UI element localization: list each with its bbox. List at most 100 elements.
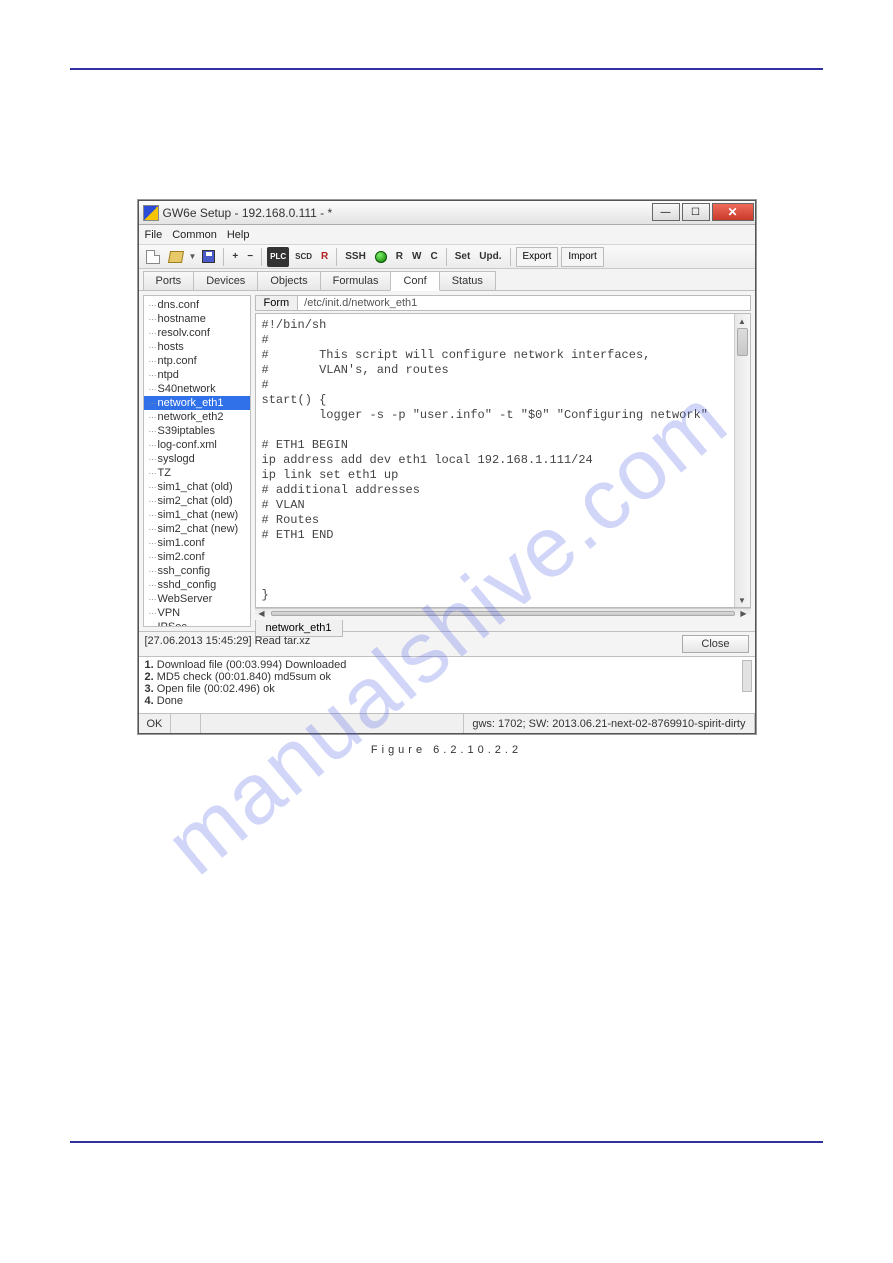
tree-item-ntp-conf[interactable]: ntp.conf xyxy=(144,354,250,368)
content-area: dns.confhostnameresolv.confhostsntp.conf… xyxy=(139,291,755,631)
tree-item-sim2-chat-new-[interactable]: sim2_chat (new) xyxy=(144,522,250,536)
tree-item-hostname[interactable]: hostname xyxy=(144,312,250,326)
tree-item-s39iptables[interactable]: S39iptables xyxy=(144,424,250,438)
statusbar-version: gws: 1702; SW: 2013.06.21-next-02-876991… xyxy=(464,714,754,733)
window-title: GW6e Setup - 192.168.0.111 - * xyxy=(163,206,651,220)
app-icon xyxy=(143,205,159,221)
maximize-button[interactable]: ☐ xyxy=(682,203,710,221)
tree-item-dns-conf[interactable]: dns.conf xyxy=(144,298,250,312)
status-text: [27.06.2013 15:45:29] Read tar.xz xyxy=(145,635,311,653)
menu-file[interactable]: File xyxy=(145,229,163,241)
statusbar-spacer xyxy=(201,714,464,733)
app-window: GW6e Setup - 192.168.0.111 - * — ☐ ✕ Fil… xyxy=(138,200,756,734)
statusbar-cell xyxy=(171,714,201,733)
add-button[interactable]: + xyxy=(229,247,241,267)
new-button[interactable] xyxy=(143,247,163,267)
c-button[interactable]: C xyxy=(427,247,440,267)
tree-item-resolv-conf[interactable]: resolv.conf xyxy=(144,326,250,340)
new-icon xyxy=(146,250,160,264)
tree-item-sim2-chat-old-[interactable]: sim2_chat (old) xyxy=(144,494,250,508)
editor-pane: Form /etc/init.d/network_eth1 #!/bin/sh … xyxy=(255,295,751,627)
r-button-1[interactable]: R xyxy=(318,247,331,267)
vertical-scrollbar[interactable]: ▲ ▼ xyxy=(734,314,750,607)
tab-devices[interactable]: Devices xyxy=(193,271,258,290)
file-path: /etc/init.d/network_eth1 xyxy=(298,295,750,311)
scroll-up-icon[interactable]: ▲ xyxy=(735,314,750,328)
scroll-right-icon[interactable]: ▶ xyxy=(737,609,751,618)
hscroll-thumb[interactable] xyxy=(271,611,735,616)
minimize-button[interactable]: — xyxy=(652,203,680,221)
scroll-left-icon[interactable]: ◀ xyxy=(255,609,269,618)
ssh-status-button[interactable] xyxy=(372,247,390,267)
main-tabbar: Ports Devices Objects Formulas Conf Stat… xyxy=(139,269,755,291)
toolbar-separator xyxy=(223,248,224,266)
tree-item-webserver[interactable]: WebServer xyxy=(144,592,250,606)
close-window-button[interactable]: ✕ xyxy=(712,203,754,221)
form-tab[interactable]: Form xyxy=(255,295,299,311)
tree-item-tz[interactable]: TZ xyxy=(144,466,250,480)
ssh-label: SSH xyxy=(342,247,369,267)
tree-item-sim1-chat-new-[interactable]: sim1_chat (new) xyxy=(144,508,250,522)
tree-item-ipsec[interactable]: IPSec xyxy=(144,620,250,627)
log-line: 4. Done xyxy=(145,695,735,707)
log-scrollbar[interactable] xyxy=(742,660,752,692)
set-button[interactable]: Set xyxy=(452,247,474,267)
editor-container: #!/bin/sh # # This script will configure… xyxy=(255,313,751,608)
tree-item-log-conf-xml[interactable]: log-conf.xml xyxy=(144,438,250,452)
tab-ports[interactable]: Ports xyxy=(143,271,195,290)
tree-item-sshd-config[interactable]: sshd_config xyxy=(144,578,250,592)
toolbar-separator xyxy=(510,248,511,266)
config-tree[interactable]: dns.confhostnameresolv.confhostsntp.conf… xyxy=(143,295,251,627)
statusbar-ok: OK xyxy=(139,714,172,733)
scd-button[interactable]: SCD xyxy=(292,247,315,267)
tree-item-ntpd[interactable]: ntpd xyxy=(144,368,250,382)
export-button[interactable]: Export xyxy=(516,247,559,267)
toolbar: ▼ + − PLC SCD R SSH R W C Set Upd. Expor… xyxy=(139,245,755,269)
log-line: 1. Download file (00:03.994) Downloaded xyxy=(145,659,735,671)
save-icon xyxy=(202,250,215,263)
vscroll-thumb[interactable] xyxy=(737,328,748,356)
tree-item-sim1-chat-old-[interactable]: sim1_chat (old) xyxy=(144,480,250,494)
tab-formulas[interactable]: Formulas xyxy=(320,271,392,290)
dropdown-arrow-icon[interactable]: ▼ xyxy=(189,252,197,261)
tree-item-network-eth2[interactable]: network_eth2 xyxy=(144,410,250,424)
r-button-2[interactable]: R xyxy=(393,247,406,267)
upd-button[interactable]: Upd. xyxy=(476,247,504,267)
tab-status[interactable]: Status xyxy=(439,271,496,290)
divider-bottom xyxy=(70,1141,823,1143)
tab-conf[interactable]: Conf xyxy=(390,271,439,291)
toolbar-separator xyxy=(446,248,447,266)
code-editor[interactable]: #!/bin/sh # # This script will configure… xyxy=(256,314,734,607)
tree-item-sim2-conf[interactable]: sim2.conf xyxy=(144,550,250,564)
menu-help[interactable]: Help xyxy=(227,229,250,241)
menu-common[interactable]: Common xyxy=(172,229,217,241)
open-icon xyxy=(167,251,183,263)
tree-item-syslogd[interactable]: syslogd xyxy=(144,452,250,466)
toolbar-separator xyxy=(261,248,262,266)
import-button[interactable]: Import xyxy=(561,247,603,267)
plc-button[interactable]: PLC xyxy=(267,247,289,267)
statusbar: OK gws: 1702; SW: 2013.06.21-next-02-876… xyxy=(139,713,755,733)
scroll-down-icon[interactable]: ▼ xyxy=(735,593,750,607)
save-button[interactable] xyxy=(199,247,218,267)
tree-item-vpn[interactable]: VPN xyxy=(144,606,250,620)
tree-item-ssh-config[interactable]: ssh_config xyxy=(144,564,250,578)
tree-item-hosts[interactable]: hosts xyxy=(144,340,250,354)
tab-objects[interactable]: Objects xyxy=(257,271,320,290)
close-button[interactable]: Close xyxy=(682,635,748,653)
log-area: 1. Download file (00:03.994) Downloaded2… xyxy=(139,656,755,713)
tree-item-sim1-conf[interactable]: sim1.conf xyxy=(144,536,250,550)
log-line: 3. Open file (00:02.496) ok xyxy=(145,683,735,695)
horizontal-scrollbar[interactable]: ◀ ▶ xyxy=(255,608,751,618)
remove-button[interactable]: − xyxy=(244,247,256,267)
toolbar-separator xyxy=(336,248,337,266)
titlebar: GW6e Setup - 192.168.0.111 - * — ☐ ✕ xyxy=(139,201,755,225)
tree-item-network-eth1[interactable]: network_eth1 xyxy=(144,396,250,410)
w-button[interactable]: W xyxy=(409,247,424,267)
log-line: 2. MD5 check (00:01.840) md5sum ok xyxy=(145,671,735,683)
tree-item-s40network[interactable]: S40network xyxy=(144,382,250,396)
divider-top xyxy=(70,68,823,70)
ssh-connected-icon xyxy=(375,251,387,263)
open-button[interactable] xyxy=(166,247,186,267)
figure-caption: Figure 6.2.10.2.2 xyxy=(70,744,823,756)
